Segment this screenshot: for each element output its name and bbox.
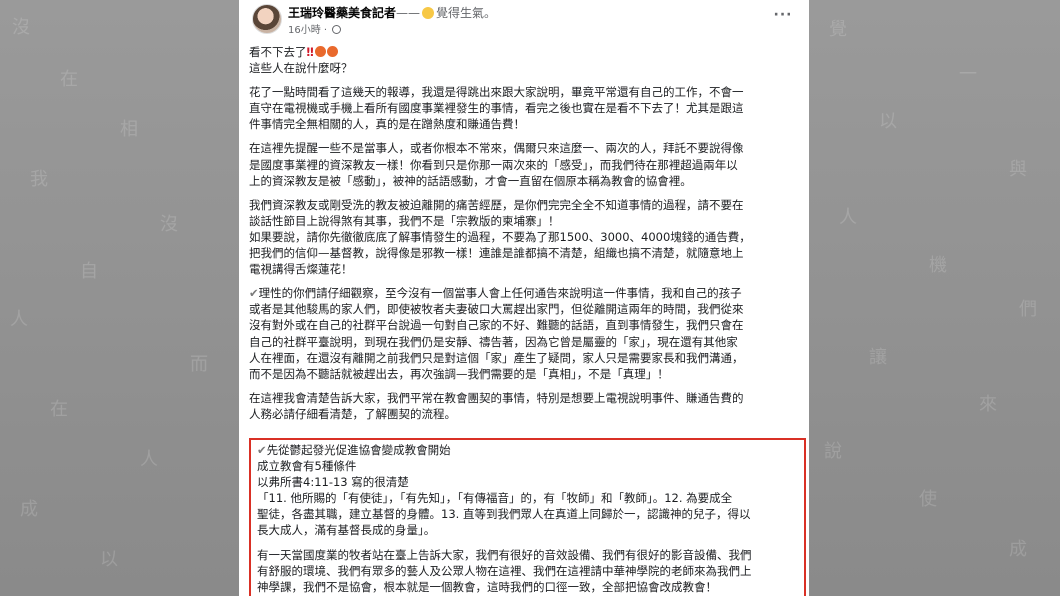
text-line: 理性的你們請仔細觀察，至今沒有一個當事人會上任何通告來說明這一件事情，我和自己的… <box>258 286 742 301</box>
post-time[interactable]: 16小時 <box>288 25 321 36</box>
ghost-text: 機 <box>929 255 947 276</box>
ghost-text: 覺 <box>829 19 847 40</box>
text-line: 而不是因為不聽話就被趕出去，再次強調—我們需要的是「真相」，不是「真理」！ <box>249 366 669 381</box>
boxed-condition: 成立教會有5種條件 <box>257 459 357 474</box>
blurred-background-right: 覺 一 以 與 人 機 們 讓 來 說 使 成 <box>809 0 1060 596</box>
ghost-text: 在 <box>50 399 68 420</box>
boxed-closing: 有一天當國度業的牧者站在臺上告訴大家，我們有很好的音效設備、我們有很好的影音設備… <box>257 547 798 595</box>
text-line: 上的資深教友是被「感動」，被神的話語感動，才會一直留在個原本稱為教會的協會裡。 <box>249 173 692 188</box>
scripture-verse: 「11. 他所賜的「有使徒」，「有先知」，「有傳福音」的，有「牧師」和「教師」。… <box>257 490 798 538</box>
opening: 看不下去了‼ 這些人在說什麼呀？ <box>249 44 797 76</box>
more-options-button[interactable]: ··· <box>771 8 795 27</box>
text-line: 如果要說，請你先徹徹底底了解事情發生的過程，不要為了那1500、3000、400… <box>249 229 751 244</box>
author-avatar[interactable] <box>252 4 282 34</box>
globe-icon <box>332 25 342 34</box>
ghost-text: 說 <box>824 441 842 462</box>
highlight-box: ✔先從鬱起發光促進協會變成教會開始 成立教會有5種條件 以弗所書4:11-13 … <box>249 438 806 596</box>
ghost-text: 人 <box>839 207 857 228</box>
paragraph-5: 在這裡我會清楚告訴大家，我們平常在教會團契的事情，特別是想要上電視說明事件、賺通… <box>249 390 797 422</box>
ghost-text: 而 <box>190 354 208 375</box>
text-line: 或者是其他駿馬的家人們，即使被牧者夫妻破口大罵趕出家門，但從離開這兩年的時間，我… <box>249 302 744 317</box>
boxed-header: 先從鬱起發光促進協會變成教會開始 <box>266 443 451 457</box>
double-exclamation-icon: ‼ <box>306 45 314 59</box>
ghost-text: 以 <box>879 111 897 132</box>
text-line: 「11. 他所賜的「有使徒」，「有先知」，「有傳福音」的，有「牧師」和「教師」。… <box>257 491 733 506</box>
ghost-text: 人 <box>140 449 158 470</box>
ghost-text: 成 <box>1009 539 1027 560</box>
post-body: 看不下去了‼ 這些人在說什麼呀？ 花了一點時間看了這幾天的報導，我還是得跳出來跟… <box>249 44 797 430</box>
opening-line1: 看不下去了 <box>249 45 307 59</box>
text-line: 自己的社群平臺說明，到現在我們仍是安靜、禱告著，因為它曾是屬靈的「家」，現在還有… <box>249 334 738 349</box>
feeling-text: 覺得生氣。 <box>436 6 497 20</box>
blurred-background-left: 沒 在 相 我 沒 自 人 而 在 人 成 以 <box>0 0 239 596</box>
ghost-text: 沒 <box>12 17 30 38</box>
post-meta: 16小時 · <box>288 21 342 36</box>
text-line: 人務必請仔細看清楚，了解團契的流程。 <box>249 406 456 421</box>
text-line: 是國度事業裡的資深教友一樣！你看到只是你那一兩次來的「感受」，而我們待在那裡超過… <box>249 157 738 172</box>
feeling-prefix: —— <box>396 6 421 20</box>
text-line: 談話性節目上說得煞有其事，我們不是「宗教版的柬埔寨」！ <box>249 213 560 228</box>
text-line: 人在裡面，在還沒有離開之前我們只是對這個「家」產生了疑問，家人只是需要家長和我們… <box>249 350 744 365</box>
paragraph-2: 在這裡先提醒一些不是當事人，或者你根本不常來，偶爾只來這麼一、兩次的人，拜託不要… <box>249 140 797 188</box>
ghost-text: 我 <box>30 169 48 190</box>
ghost-text: 自 <box>80 261 98 282</box>
text-line: 聖徒，各盡其職，建立基督的身體。13. 直等到我們眾人在真道上同歸於一，認識神的… <box>257 507 751 522</box>
ghost-text: 在 <box>60 69 78 90</box>
text-line: 我們資深教友或剛受洗的教友被迫離開的痛苦經歷，是你們完完全全不知道事情的過程，請… <box>249 197 744 212</box>
ghost-text: 人 <box>10 309 28 330</box>
ghost-text: 以 <box>100 549 118 570</box>
ghost-text: 來 <box>979 394 997 415</box>
ghost-text: 沒 <box>160 214 178 235</box>
text-line: 有一天當國度業的牧者站在臺上告訴大家，我們有很好的音效設備、我們有很好的影音設備… <box>257 547 752 562</box>
angry-face-icon <box>314 46 326 57</box>
ghost-text: 們 <box>1019 299 1037 320</box>
ghost-text: 成 <box>20 499 38 520</box>
paragraph-3: 我們資深教友或剛受洗的教友被迫離開的痛苦經歷，是你們完完全全不知道事情的過程，請… <box>249 197 797 277</box>
ghost-text: 與 <box>1009 159 1027 180</box>
opening-line2: 這些人在說什麼呀？ <box>249 61 353 76</box>
annoyed-face-icon <box>422 7 435 19</box>
paragraph-4: ✔理性的你們請仔細觀察，至今沒有一個當事人會上任何通告來說明這一件事情，我和自己… <box>249 285 797 382</box>
post-header: 王瑞玲醫藥美食記者—— 覺得生氣。 <box>288 4 496 21</box>
checkmark-icon: ✔ <box>257 443 267 457</box>
text-line: 直守在電視機或手機上看所有國度事業裡發生的事情，看完之後也實在是看不下去了！尤其… <box>249 101 744 116</box>
text-line: 花了一點時間看了這幾天的報導，我還是得跳出來跟大家說明，畢竟平常還有自己的工作，… <box>249 85 744 100</box>
text-line: 長大成人，滿有基督長成的身量」。 <box>257 523 436 538</box>
facebook-post: 王瑞玲醫藥美食記者—— 覺得生氣。 16小時 · ··· 看不下去了‼ 這些人在說… <box>239 0 809 596</box>
paragraph-1: 花了一點時間看了這幾天的報導，我還是得跳出來跟大家說明，畢竟平常還有自己的工作，… <box>249 84 797 132</box>
text-line: 有舒服的環境、我們有眾多的藝人及公眾人物在這裡、我們在這裡請中華神學院的老師來為… <box>257 563 752 578</box>
text-line: 件事情完全無相關的人，真的是在蹭熱度和賺通告費！ <box>249 117 525 132</box>
text-line: 把我們的信仰—基督教，說得像是邪教一樣！連誰是誰都搞不清楚，組織也搞不清楚，就隨… <box>249 246 744 261</box>
scripture-reference: 以弗所書4:11-13 寫的很清楚 <box>257 475 409 490</box>
ghost-text: 使 <box>919 489 937 510</box>
angry-face-icon <box>326 46 338 57</box>
text-line: 在這裡我會清楚告訴大家，我們平常在教會團契的事情，特別是想要上電視說明事件、賺通… <box>249 390 744 405</box>
text-line: 沒有對外或在自己的社群平台說過一句對自己家的不好、難聽的話語，直到事情發生，我們… <box>249 318 744 333</box>
ghost-text: 相 <box>120 119 138 140</box>
text-line: 電視講得舌燦蓮花！ <box>249 262 353 277</box>
text-line: 神學課，我們不是協會，根本就是一個教會，這時我們的口徑一致，全部把協會改成教會！ <box>257 579 717 594</box>
text-line: 在這裡先提醒一些不是當事人，或者你根本不常來，偶爾只來這麼一、兩次的人，拜託不要… <box>249 141 744 156</box>
checkmark-icon: ✔ <box>249 286 259 301</box>
ghost-text: 一 <box>959 64 977 85</box>
author-name[interactable]: 王瑞玲醫藥美食記者 <box>288 6 396 20</box>
ghost-text: 讓 <box>869 347 887 368</box>
